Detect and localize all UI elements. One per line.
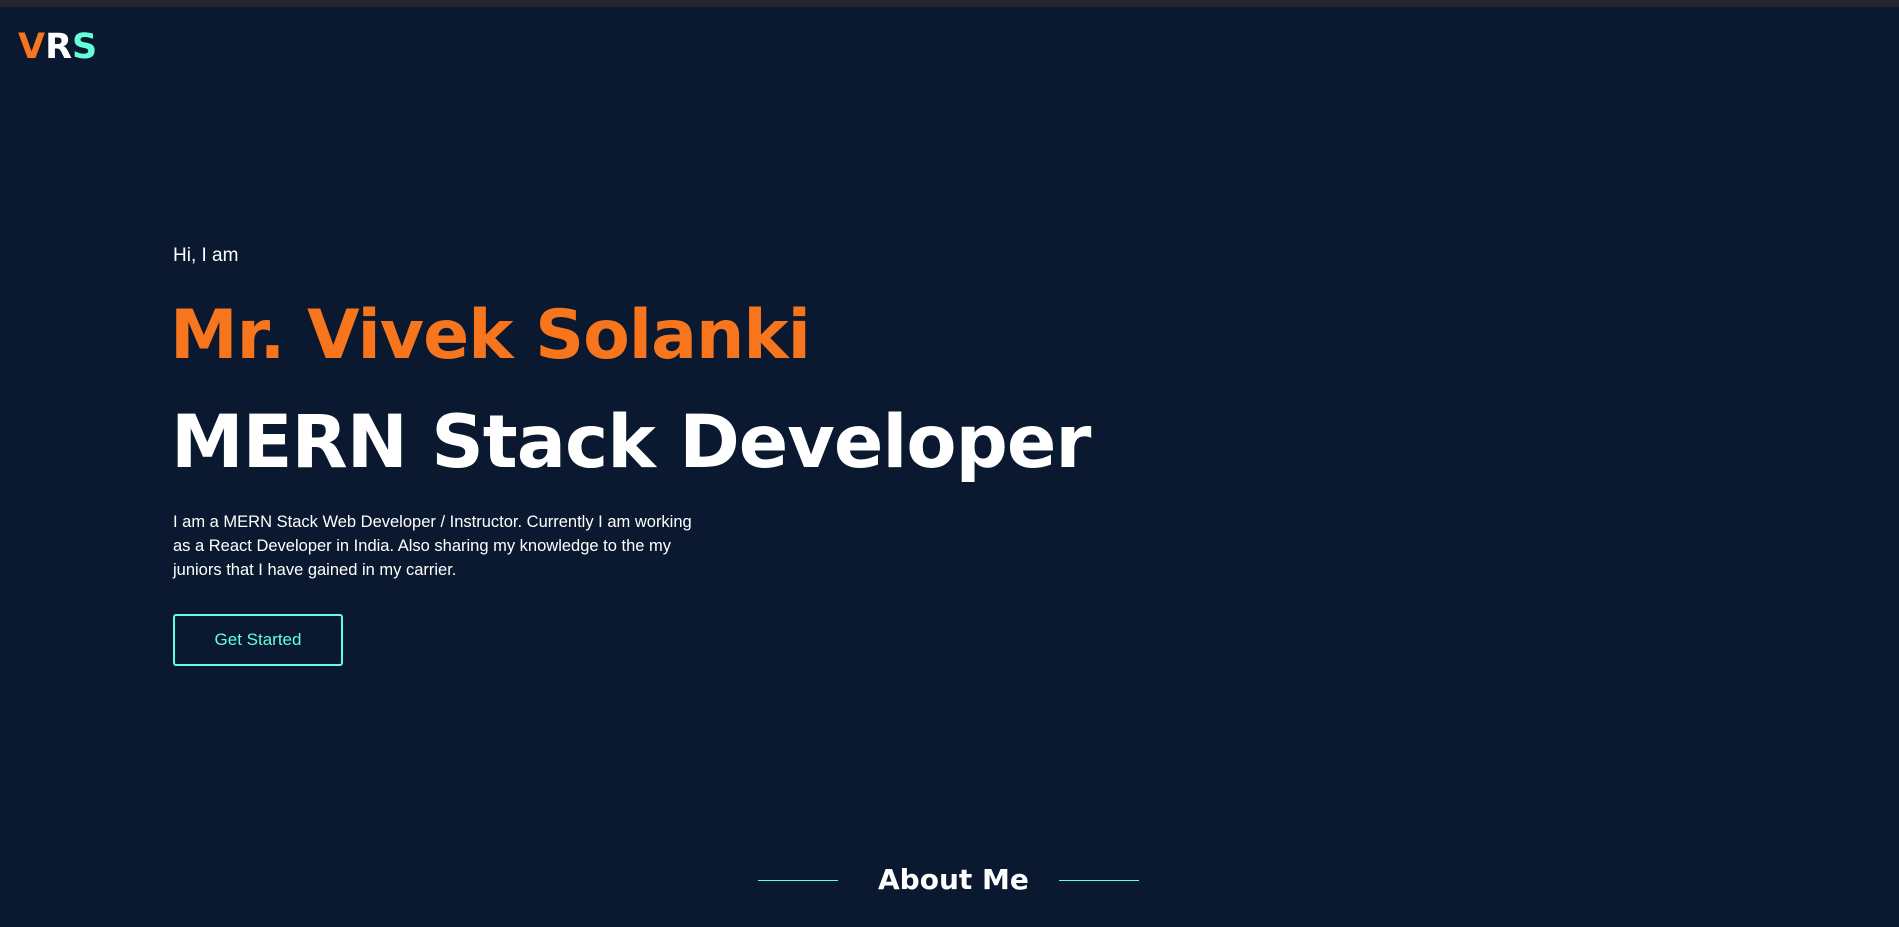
about-title: About Me: [878, 863, 1029, 896]
logo-letter-s: S: [72, 27, 98, 67]
hero-greeting: Hi, I am: [173, 245, 239, 266]
browser-top-strip: [0, 0, 1899, 7]
logo[interactable]: VRS: [18, 27, 97, 67]
get-started-button[interactable]: Get Started: [173, 614, 343, 666]
hero-description: I am a MERN Stack Web Developer / Instru…: [173, 513, 692, 579]
hero-name: Mr. Vivek Solanki: [170, 296, 811, 375]
hero-role: MERN Stack Developer: [171, 400, 1091, 485]
about-section-heading: About Me: [758, 860, 1139, 900]
heading-divider-right: [1059, 880, 1139, 881]
logo-letter-r: R: [45, 27, 73, 67]
heading-divider-left: [758, 880, 838, 881]
logo-letter-v: V: [18, 27, 46, 67]
